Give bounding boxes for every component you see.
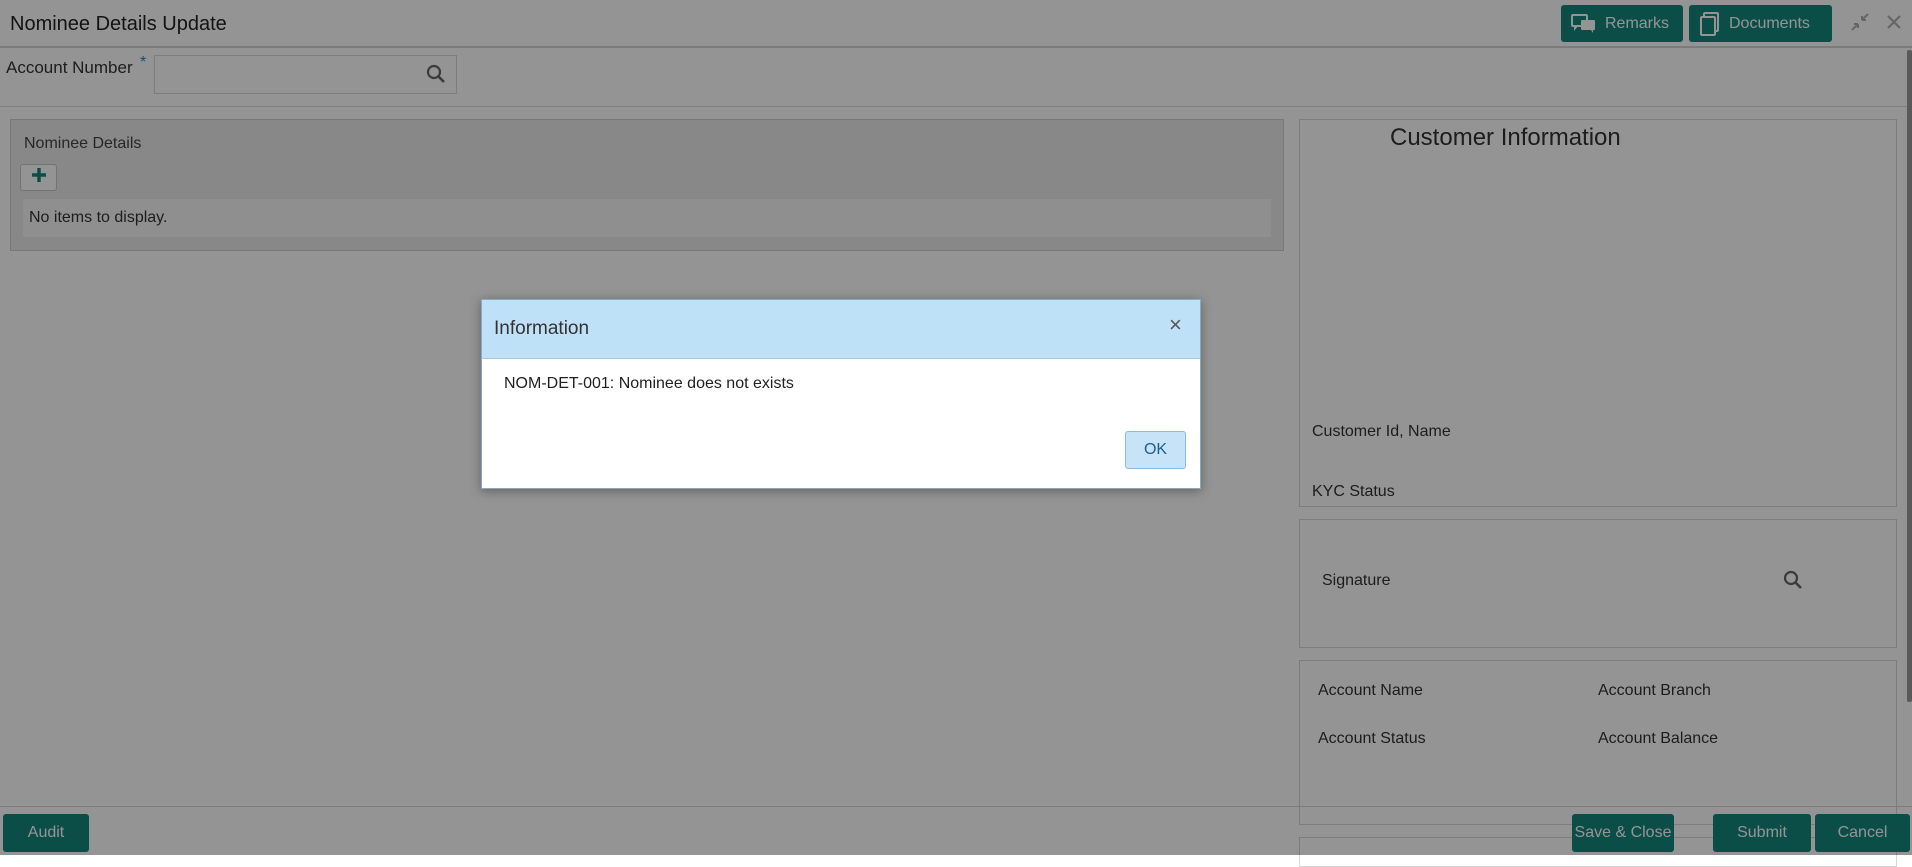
dialog-close-icon[interactable]: × <box>1169 314 1182 336</box>
dialog-message: NOM-DET-001: Nominee does not exists <box>504 375 794 392</box>
information-dialog: Information × NOM-DET-001: Nominee does … <box>481 299 1201 489</box>
dialog-header: Information × <box>482 300 1200 359</box>
ok-button[interactable]: OK <box>1125 431 1186 469</box>
dialog-title: Information <box>494 318 590 339</box>
